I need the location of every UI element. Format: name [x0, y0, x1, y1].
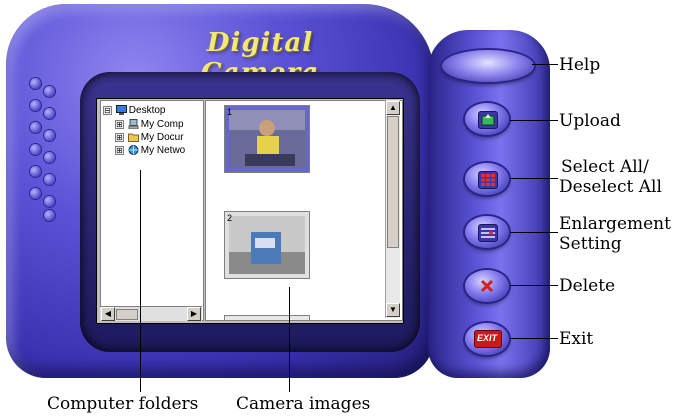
exit-button[interactable]: EXIT — [465, 323, 509, 355]
enlargement-label: Enlargement — [559, 214, 671, 234]
scroll-thumb[interactable] — [387, 116, 399, 248]
tree-item-my-documents[interactable]: ⊞ My Docur — [115, 132, 184, 144]
scroll-thumb[interactable] — [116, 309, 138, 320]
speaker-dot — [44, 86, 55, 97]
scroll-down-icon[interactable]: ▼ — [386, 303, 400, 317]
speaker-dot — [44, 108, 55, 119]
tree-item-label: My Docur — [140, 132, 184, 143]
setting-label: Setting — [559, 234, 622, 254]
photo-child — [229, 110, 305, 168]
desktop-icon — [115, 105, 127, 116]
computer-icon — [128, 119, 139, 130]
network-icon — [128, 145, 139, 156]
delete-button[interactable] — [465, 270, 509, 302]
select-all-label: Select All/ — [561, 157, 649, 177]
computer-folders-label: Computer folders — [47, 394, 199, 414]
image-thumbnail-partial[interactable] — [224, 315, 310, 320]
speaker-dot — [30, 166, 41, 177]
upload-label: Upload — [559, 111, 621, 131]
deselect-all-label: Deselect All — [559, 177, 662, 197]
callout-line — [510, 338, 558, 339]
camera-images-label: Camera images — [236, 394, 371, 414]
speaker-dot — [44, 210, 55, 221]
speaker-dot — [30, 122, 41, 133]
tree-item-my-network[interactable]: ⊞ My Netwo — [115, 145, 185, 157]
speaker-dot — [44, 130, 55, 141]
help-button[interactable] — [442, 50, 534, 82]
image-thumbnail[interactable]: 2 — [224, 211, 310, 279]
callout-line — [510, 120, 558, 121]
upload-button[interactable] — [465, 103, 509, 135]
select-all-button[interactable] — [465, 163, 509, 195]
speaker-dot — [30, 100, 41, 111]
image-number: 1 — [227, 107, 233, 117]
photo-box — [229, 216, 305, 274]
tree-item-desktop[interactable]: ⊟ Desktop — [103, 105, 165, 117]
delete-x-icon — [478, 278, 496, 294]
callout-line — [510, 285, 558, 286]
expand-toggle-icon[interactable]: ⊞ — [115, 145, 124, 155]
upload-icon — [478, 111, 498, 129]
image-vertical-scrollbar[interactable]: ▲ ▼ — [385, 100, 400, 318]
scroll-up-icon[interactable]: ▲ — [386, 101, 400, 115]
settings-lines-icon — [478, 224, 498, 242]
scroll-left-icon[interactable]: ◀ — [101, 307, 115, 321]
scroll-right-icon[interactable]: ▶ — [187, 307, 201, 321]
image-number: 2 — [227, 213, 233, 223]
exit-icon: EXIT — [474, 330, 502, 348]
help-label: Help — [559, 55, 601, 75]
image-thumbnail[interactable]: 1 — [224, 105, 310, 173]
grid-icon — [478, 171, 498, 189]
speaker-dot — [30, 144, 41, 155]
enlargement-setting-button[interactable] — [465, 216, 509, 248]
callout-line — [532, 64, 558, 65]
speaker-dot — [30, 78, 41, 89]
callout-line — [510, 178, 558, 179]
tree-item-label: Desktop — [128, 105, 166, 116]
tree-horizontal-scrollbar[interactable]: ◀ ▶ — [100, 306, 202, 321]
camera-image-pane[interactable]: 1 2 — [205, 100, 403, 321]
speaker-dot — [44, 152, 55, 163]
expand-toggle-icon[interactable]: ⊞ — [115, 119, 124, 129]
delete-label: Delete — [559, 276, 616, 296]
speaker-dot — [44, 196, 55, 207]
speaker-dot — [30, 188, 41, 199]
expand-toggle-icon[interactable]: ⊞ — [115, 132, 124, 142]
folder-icon — [127, 132, 139, 143]
exit-label: Exit — [559, 329, 594, 349]
speaker-dot — [44, 174, 55, 185]
callout-line-vertical — [289, 287, 290, 392]
tree-item-label: My Netwo — [140, 145, 186, 156]
tree-item-label: My Comp — [140, 119, 184, 130]
tree-item-my-computer[interactable]: ⊞ My Comp — [115, 119, 184, 131]
callout-line — [510, 232, 558, 233]
folder-tree[interactable]: ⊟ Desktop ⊞ My Comp ⊞ My Docur ⊞ My Netw… — [100, 100, 204, 321]
callout-line-vertical — [140, 170, 141, 392]
collapse-toggle-icon[interactable]: ⊟ — [103, 105, 112, 115]
